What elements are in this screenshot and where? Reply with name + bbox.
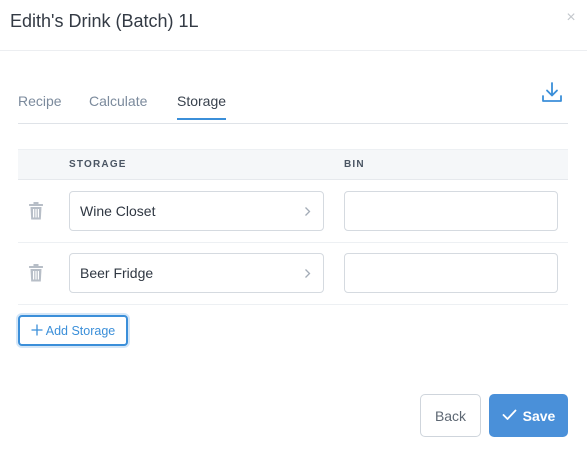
tab-storage[interactable]: Storage: [177, 93, 227, 120]
storage-select[interactable]: Wine Closet: [69, 191, 324, 231]
storage-select-value: Wine Closet: [80, 203, 156, 219]
tab-calculate[interactable]: Calculate: [89, 93, 147, 118]
plus-icon: [31, 324, 43, 338]
add-storage-button[interactable]: Add Storage: [18, 315, 128, 346]
download-icon[interactable]: [540, 80, 564, 106]
chevron-right-icon: [304, 206, 311, 220]
close-icon[interactable]: ×: [564, 10, 578, 26]
table-row: Beer Fridge: [18, 243, 568, 305]
trash-icon[interactable]: [28, 201, 44, 221]
bin-input[interactable]: [344, 191, 558, 231]
bin-input[interactable]: [344, 253, 558, 293]
modal-title: Edith's Drink (Batch) 1L: [10, 11, 199, 31]
check-icon: [502, 408, 517, 424]
save-button[interactable]: Save: [489, 394, 568, 437]
column-header-bin: BIN: [344, 159, 365, 170]
chevron-right-icon: [304, 268, 311, 282]
storage-select-value: Beer Fridge: [80, 265, 154, 281]
storage-select[interactable]: Beer Fridge: [69, 253, 324, 293]
back-button[interactable]: Back: [420, 394, 481, 437]
save-label: Save: [522, 407, 556, 424]
column-header-storage: STORAGE: [69, 159, 127, 170]
table-row: Wine Closet: [18, 181, 568, 243]
tab-recipe[interactable]: Recipe: [18, 93, 62, 118]
add-storage-label: Add Storage: [45, 323, 116, 338]
table-header: STORAGE BIN: [18, 149, 568, 180]
modal-header: Edith's Drink (Batch) 1L ×: [0, 0, 587, 51]
tab-bar: Recipe Calculate Storage: [18, 84, 568, 124]
trash-icon[interactable]: [28, 263, 44, 283]
